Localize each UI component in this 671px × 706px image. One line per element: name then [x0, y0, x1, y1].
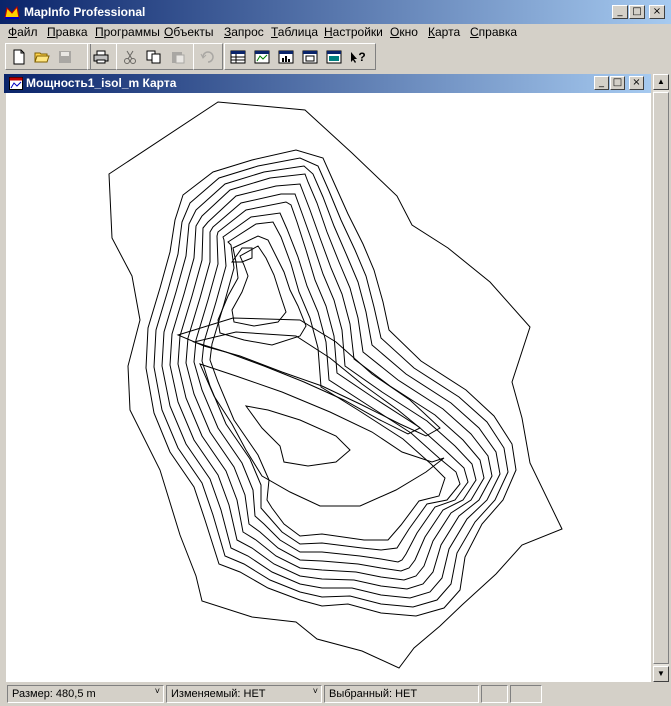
- cut-icon: [124, 50, 136, 64]
- map-close-button[interactable]: ×: [629, 76, 644, 90]
- copy-icon: [146, 50, 161, 64]
- menubar: Файл Правка Программы Объекты Запрос Таб…: [0, 24, 671, 41]
- scroll-down-button[interactable]: ▼: [653, 666, 669, 682]
- menu-table[interactable]: Таблица: [271, 25, 318, 39]
- toolbar-group-undo: [193, 43, 223, 70]
- contour-core-south: [244, 405, 351, 467]
- paste-icon: [172, 52, 185, 64]
- contour-core-south-inner: [199, 363, 445, 507]
- print-icon: [93, 50, 109, 64]
- menu-file[interactable]: Файл: [8, 25, 38, 39]
- app-title: MapInfo Professional: [24, 5, 146, 19]
- toolbar-group-print: [87, 43, 117, 70]
- map-window-title: Мощность1_isol_m Карта: [26, 76, 177, 90]
- vertical-scrollbar[interactable]: ▲ ▼: [653, 74, 669, 682]
- paste-button[interactable]: [167, 46, 189, 68]
- mapinfo-logo-icon: [4, 5, 20, 19]
- contour-ring-8: [201, 212, 461, 551]
- close-button[interactable]: ×: [649, 5, 665, 19]
- help-pointer-label: ?: [358, 50, 366, 64]
- contour-fold-1: [176, 317, 441, 437]
- contour-ring-3: [161, 165, 501, 599]
- map-canvas[interactable]: [6, 93, 651, 682]
- new-layout-button[interactable]: [299, 46, 321, 68]
- menu-programs[interactable]: Программы: [95, 25, 160, 39]
- new-graph-button[interactable]: [275, 46, 297, 68]
- status-editable: Изменяемый: НЕТ: [171, 688, 266, 700]
- statistics-icon: [326, 50, 342, 64]
- menu-settings[interactable]: Настройки: [324, 25, 383, 39]
- map-window-icon: [9, 77, 23, 90]
- menu-edit[interactable]: Правка: [47, 25, 88, 39]
- open-icon: [34, 52, 50, 63]
- contour-core-north-inner: [231, 245, 287, 327]
- new-button[interactable]: [8, 46, 30, 68]
- new-browser-button[interactable]: [227, 46, 249, 68]
- status-selected-panel: Выбранный: НЕТ: [324, 685, 479, 703]
- size-dropdown-icon[interactable]: ˅: [155, 686, 160, 696]
- minimize-button[interactable]: _: [612, 5, 628, 19]
- map-maximize-button[interactable]: □: [610, 76, 625, 90]
- toolbar-group-clipboard: [116, 43, 194, 70]
- map-minimize-button[interactable]: _: [594, 76, 609, 90]
- scroll-thumb[interactable]: [653, 92, 669, 664]
- map-window-titlebar[interactable]: Мощность1_isol_m Карта _ □ ×: [4, 74, 651, 93]
- status-editable-panel[interactable]: Изменяемый: НЕТ ˅: [166, 685, 322, 703]
- maximize-button[interactable]: □: [629, 5, 645, 19]
- open-button[interactable]: [31, 46, 53, 68]
- undo-button[interactable]: [196, 46, 218, 68]
- toolbar-group-file: [5, 43, 91, 70]
- menu-map[interactable]: Карта: [428, 25, 460, 39]
- undo-icon: [200, 51, 214, 63]
- layout-icon: [302, 50, 318, 64]
- save-icon: [59, 51, 71, 63]
- print-button[interactable]: [90, 46, 112, 68]
- status-size-panel[interactable]: Размер: 480,5 m ˅: [7, 685, 164, 703]
- copy-button[interactable]: [143, 46, 165, 68]
- status-selected: Выбранный: НЕТ: [329, 688, 418, 700]
- cut-button[interactable]: [119, 46, 141, 68]
- browser-icon: [230, 50, 246, 64]
- editable-dropdown-icon[interactable]: ˅: [313, 686, 318, 696]
- help-pointer-icon: [351, 52, 358, 63]
- toolbar-group-windows: ?: [224, 43, 376, 70]
- contour-ring-6: [185, 193, 477, 572]
- graph-icon: [278, 50, 294, 64]
- statistics-button[interactable]: [323, 46, 345, 68]
- app-titlebar: MapInfo Professional _ □ ×: [0, 0, 671, 24]
- new-map-window-button[interactable]: [251, 46, 273, 68]
- status-panel-empty-2: [510, 685, 542, 703]
- contour-lines: [108, 101, 563, 669]
- help-pointer-button[interactable]: ?: [347, 46, 369, 68]
- map-window-icon: [254, 50, 270, 64]
- new-icon: [13, 49, 25, 65]
- menu-help[interactable]: Справка: [470, 25, 517, 39]
- scroll-up-button[interactable]: ▲: [653, 74, 669, 90]
- save-button[interactable]: [54, 46, 76, 68]
- statusbar: Размер: 480,5 m ˅ Изменяемый: НЕТ ˅ Выбр…: [0, 684, 671, 706]
- menu-objects[interactable]: Объекты: [164, 25, 214, 39]
- status-panel-empty-1: [481, 685, 508, 703]
- menu-query[interactable]: Запрос: [224, 25, 264, 39]
- menu-window[interactable]: Окно: [390, 25, 418, 39]
- contour-map: [108, 101, 563, 669]
- status-size: Размер: 480,5 m: [12, 688, 96, 700]
